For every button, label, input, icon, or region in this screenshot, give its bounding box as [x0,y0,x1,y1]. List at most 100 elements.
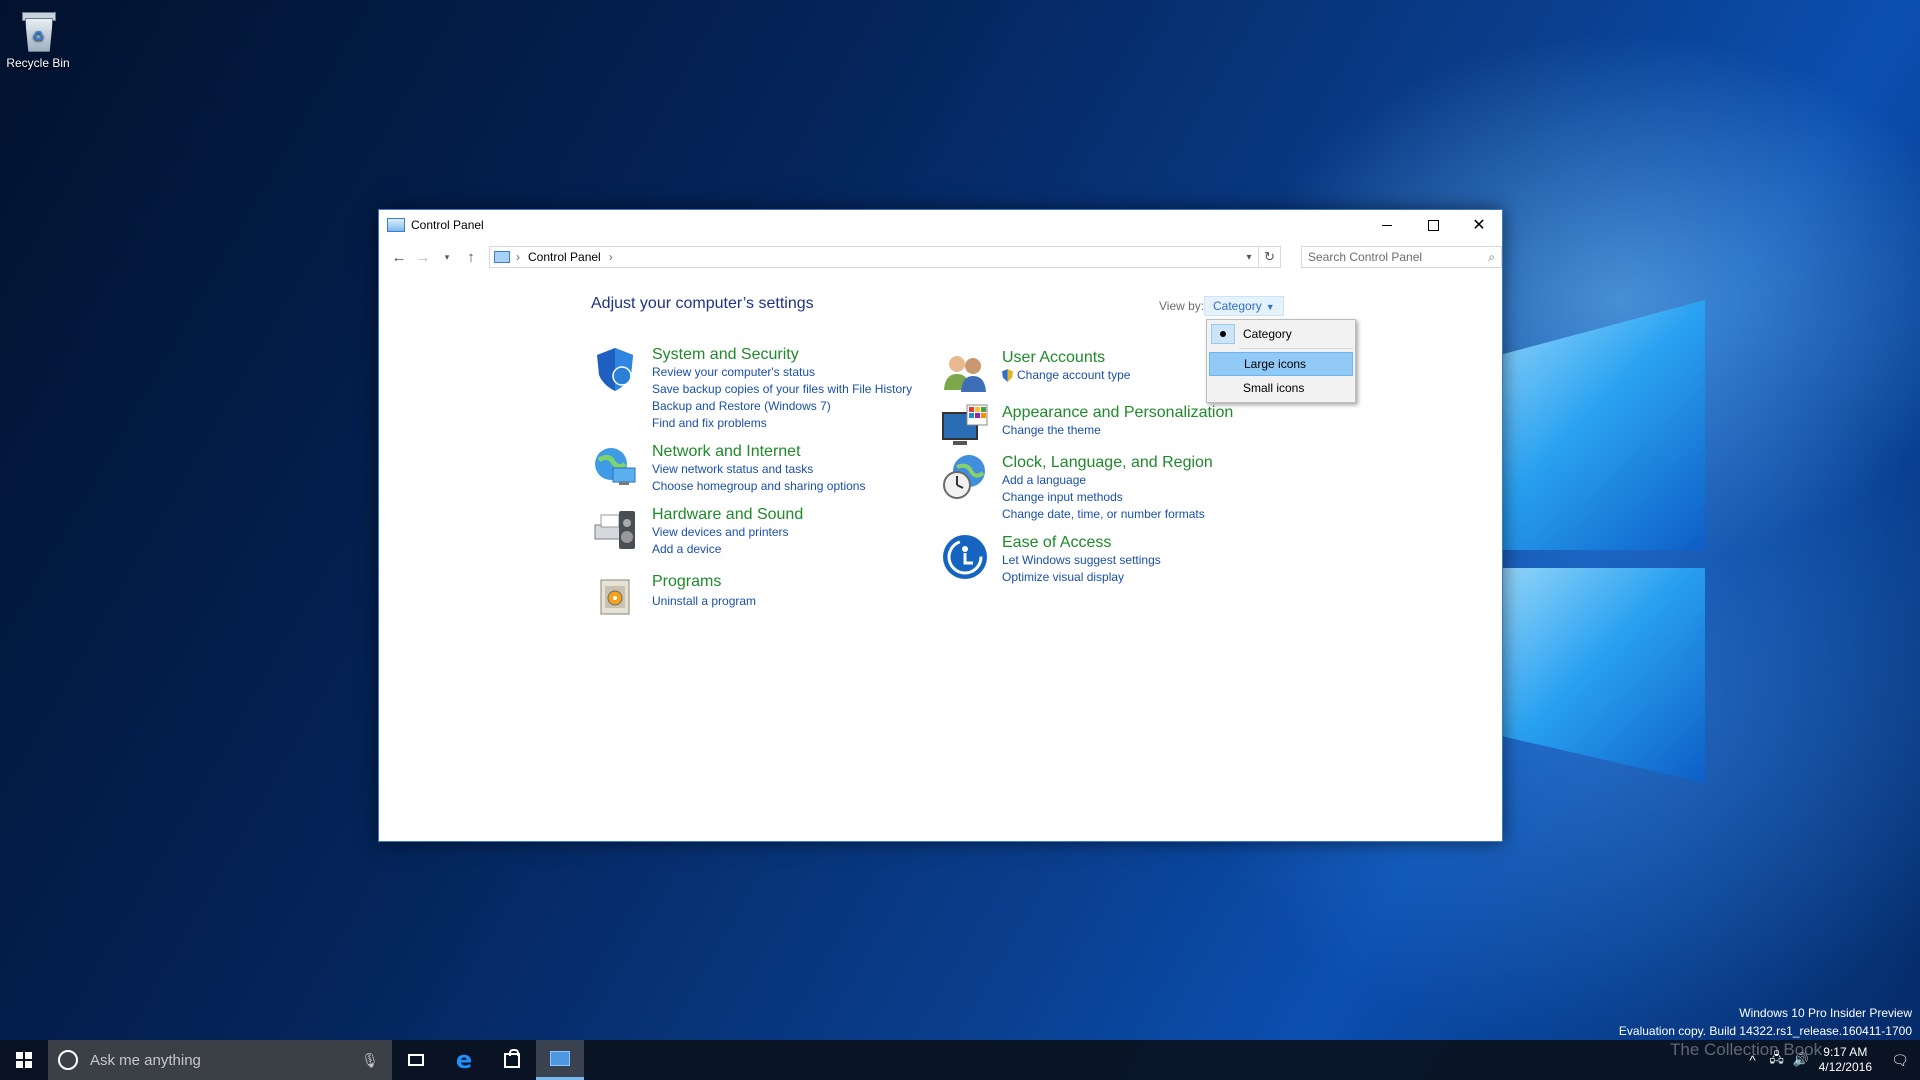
cortana-search-box[interactable]: Ask me anything 🎙 [48,1040,392,1080]
navigation-bar: ← → ▾ ↑ › Control Panel › ▾ ↻ Search Con… [379,240,1502,274]
back-button[interactable]: ← [387,249,411,266]
close-icon: ✕ [1472,217,1486,234]
radio-selected-icon [1211,324,1235,344]
maximize-button[interactable] [1410,210,1456,240]
clock-globe-icon [943,455,985,499]
recent-locations-button[interactable]: ▾ [435,252,459,263]
category-programs: Programs Uninstall a program [591,572,756,620]
category-link[interactable]: Change input methods [1002,489,1213,506]
category-user-accounts: User Accounts Change account type [941,348,1130,396]
view-by-dropdown[interactable]: Category ▼ [1204,296,1284,316]
control-panel-icon [387,218,405,232]
category-clock-language-region: Clock, Language, and Region Add a langua… [941,453,1213,523]
clock[interactable]: 9:17 AM 4/12/2016 [1819,1045,1872,1075]
up-button[interactable]: ↑ [459,249,483,266]
ease-of-access-icon [943,535,987,579]
menu-item-small-icons[interactable]: Small icons [1209,377,1353,399]
windows-logo-pane [1500,300,1705,550]
category-appearance-personalization: Appearance and Personalization Change th… [941,403,1233,451]
view-by-value: Category [1213,299,1262,313]
category-link[interactable]: Review your computer's status [652,364,912,381]
menu-item-large-icons[interactable]: Large icons [1209,352,1353,376]
start-button[interactable] [0,1040,48,1080]
view-by-menu: Category Large icons Small icons [1206,319,1356,403]
edge-icon: e [455,1046,473,1074]
up-arrow-icon: ↑ [467,248,475,266]
cortana-placeholder: Ask me anything [90,1051,201,1069]
menu-item-label: Small icons [1243,381,1305,395]
control-panel-window: Control Panel ✕ ← → ▾ ↑ › Control Panel … [378,209,1503,842]
control-panel-icon [550,1051,570,1066]
menu-item-category[interactable]: Category [1209,323,1353,345]
control-panel-taskbar-button[interactable] [536,1040,584,1080]
task-view-button[interactable] [392,1040,440,1080]
microphone-icon[interactable]: 🎙 [360,1052,380,1069]
category-link[interactable]: Save backup copies of your files with Fi… [652,381,912,398]
category-title[interactable]: Network and Internet [652,442,865,461]
windows-logo-pane [1500,568,1705,783]
category-title[interactable]: System and Security [652,345,912,364]
uac-shield-icon [1002,369,1013,382]
category-network-internet: Network and Internet View network status… [591,442,865,495]
category-link[interactable]: Uninstall a program [652,593,756,610]
desktop-icon-recycle-bin[interactable]: ♻ Recycle Bin [4,8,72,70]
category-link-label: Change account type [1017,368,1131,382]
clock-time: 9:17 AM [1823,1045,1868,1059]
printer-speaker-icon [594,511,635,549]
category-system-security: System and Security Review your computer… [591,345,912,432]
category-hardware-sound: Hardware and Sound View devices and prin… [591,505,803,558]
category-link[interactable]: Add a device [652,541,803,558]
control-panel-icon [494,251,510,263]
minimize-icon [1382,224,1392,226]
cortana-icon [58,1050,78,1070]
category-link[interactable]: Let Windows suggest settings [1002,552,1161,569]
category-title[interactable]: Clock, Language, and Region [1002,453,1213,472]
category-title[interactable]: Hardware and Sound [652,505,803,524]
taskbar: Ask me anything 🎙 e ^ 🖧 🔊 9:17 AM 4/12/2… [0,1040,1920,1080]
category-link[interactable]: Change account type [1002,367,1130,384]
category-link[interactable]: Change the theme [1002,422,1233,439]
category-link[interactable]: Add a language [1002,472,1213,489]
shield-icon [597,348,633,391]
view-by-label: View by: [1159,299,1205,313]
maximize-icon [1427,219,1439,231]
page-title: Adjust your computer’s settings [591,295,814,312]
forward-arrow-icon: → [415,248,431,266]
breadcrumb-chevron-icon[interactable]: › [516,250,520,264]
category-title[interactable]: Programs [652,572,756,591]
category-title[interactable]: Appearance and Personalization [1002,403,1233,422]
title-bar[interactable]: Control Panel ✕ [379,210,1502,240]
category-link[interactable]: Choose homegroup and sharing options [652,478,865,495]
monitor-palette-icon [942,404,988,445]
store-taskbar-button[interactable] [488,1040,536,1080]
menu-item-label: Category [1243,327,1292,341]
category-link[interactable]: View network status and tasks [652,461,865,478]
breadcrumb-chevron-icon[interactable]: › [609,250,613,264]
address-dropdown-icon[interactable]: ▾ [1240,252,1258,263]
refresh-button[interactable]: ↻ [1259,246,1281,268]
dropdown-caret-icon: ▼ [1265,302,1275,312]
category-link[interactable]: Optimize visual display [1002,569,1161,586]
refresh-icon: ↻ [1264,249,1275,264]
store-icon [504,1048,520,1068]
close-button[interactable]: ✕ [1456,210,1502,240]
search-icon: ⌕ [1488,249,1495,264]
forward-button[interactable]: → [411,249,435,266]
category-title[interactable]: Ease of Access [1002,533,1161,552]
category-link[interactable]: View devices and printers [652,524,803,541]
menu-separator [1239,348,1353,349]
windows-logo-icon [16,1052,32,1068]
category-link[interactable]: Change date, time, or number formats [1002,506,1213,523]
category-link[interactable]: Backup and Restore (Windows 7) [652,398,912,415]
category-link[interactable]: Find and fix problems [652,415,912,432]
collection-book-watermark: The Collection Book [1670,1040,1823,1059]
task-view-icon [408,1054,424,1066]
address-bar[interactable]: › Control Panel › ▾ [489,246,1259,268]
category-title[interactable]: User Accounts [1002,348,1130,367]
breadcrumb-control-panel[interactable]: Control Panel [528,250,601,264]
minimize-button[interactable] [1364,210,1410,240]
action-center-icon[interactable]: 🗨 [1880,1052,1920,1069]
edge-taskbar-button[interactable]: e [440,1040,488,1080]
search-input[interactable]: Search Control Panel ⌕ [1301,246,1502,268]
search-placeholder: Search Control Panel [1308,250,1423,264]
